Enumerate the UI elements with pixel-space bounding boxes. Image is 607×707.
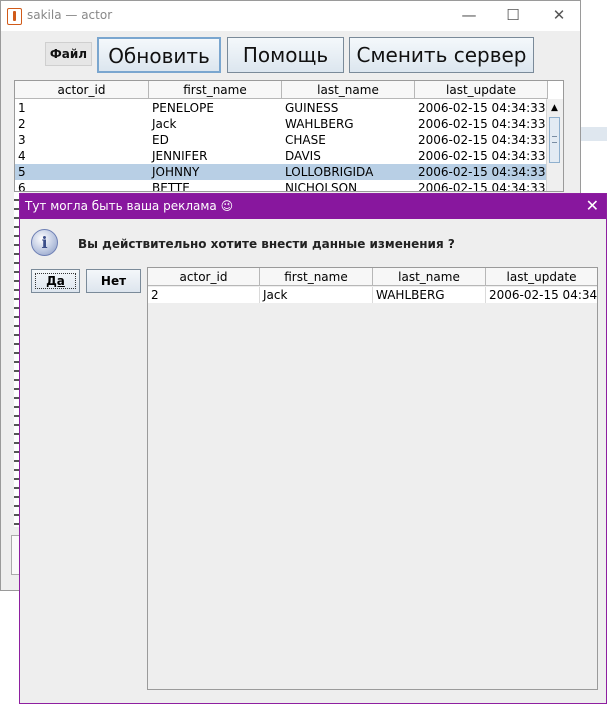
column-header-last-name[interactable]: last_name xyxy=(373,268,486,286)
column-header-last-update[interactable]: last_update xyxy=(415,81,548,99)
column-header-first-name[interactable]: first_name xyxy=(149,81,282,99)
change-server-button[interactable]: Сменить сервер xyxy=(349,37,534,73)
info-icon: i xyxy=(31,229,58,256)
file-menu-button[interactable]: Файл xyxy=(45,42,92,66)
column-header-last-name[interactable]: last_name xyxy=(282,81,415,99)
cell-first-name: Jack xyxy=(260,287,373,303)
cell-last-update: 2006-02-15 04:34:33.0 xyxy=(418,133,548,147)
title-bar: sakila — actor — ☐ ✕ xyxy=(1,1,580,31)
cell-last-name: WAHLBERG xyxy=(285,117,354,131)
cell-last-update: 2006-02-15 04:34:33.0 xyxy=(418,149,548,163)
cell-first-name: PENELOPE xyxy=(152,101,214,115)
cell-last-update: 2006-02-15 04:34:33.0 xyxy=(418,117,548,131)
confirm-dialog: Тут могла быть ваша реклама 😉 ✕ i Вы дей… xyxy=(19,193,607,704)
java-app-icon xyxy=(7,8,22,25)
dialog-title: Тут могла быть ваша реклама 😉 xyxy=(25,199,234,213)
cell-last-update: 2006-02-15 04:34:33.0 xyxy=(418,101,548,115)
actor-table[interactable]: actor_id first_name last_name last_updat… xyxy=(14,80,564,192)
no-button[interactable]: Нет xyxy=(86,269,141,293)
cell-last-name: NICHOLSON xyxy=(285,181,358,192)
scroll-up-arrow-icon[interactable]: ▲ xyxy=(551,103,558,113)
column-header-first-name[interactable]: first_name xyxy=(260,268,373,286)
column-header-last-update[interactable]: last_update xyxy=(486,268,597,286)
cell-actor-id: 6 xyxy=(18,181,26,192)
scroll-thumb[interactable] xyxy=(549,117,560,163)
cell-first-name: Jack xyxy=(152,117,177,131)
cell-last-name: CHASE xyxy=(285,133,326,147)
cell-last-name: LOLLOBRIGIDA xyxy=(282,164,415,180)
cell-actor-id: 2 xyxy=(148,287,260,303)
cell-actor-id: 1 xyxy=(18,101,26,115)
maximize-button[interactable]: ☐ xyxy=(501,4,525,26)
cell-last-update: 2006-02-15 04:34:33.0 xyxy=(418,181,548,192)
refresh-button[interactable]: Обновить xyxy=(97,37,221,73)
cell-first-name: JOHNNY xyxy=(149,164,282,180)
cell-last-name: GUINESS xyxy=(285,101,339,115)
cell-actor-id: 4 xyxy=(18,149,26,163)
window-title: sakila — actor xyxy=(27,8,113,22)
yes-button[interactable]: Да xyxy=(31,269,80,293)
dialog-title-bar: Тут могла быть ваша реклама 😉 ✕ xyxy=(20,194,606,219)
cell-actor-id: 3 xyxy=(18,133,26,147)
yes-button-label: Да xyxy=(46,274,65,288)
help-button[interactable]: Помощь xyxy=(227,37,344,73)
column-header-actor-id[interactable]: actor_id xyxy=(15,81,149,99)
cell-first-name: JENNIFER xyxy=(152,149,208,163)
column-header-actor-id[interactable]: actor_id xyxy=(148,268,260,286)
cell-last-update: 2006-02-15 04:34... xyxy=(486,287,597,303)
cell-last-update: 2006-02-15 04:34:33.0 xyxy=(415,164,548,180)
changes-table[interactable]: actor_id first_name last_name last_updat… xyxy=(147,267,598,690)
cell-actor-id: 5 xyxy=(15,164,149,180)
vertical-scrollbar[interactable]: ▲ xyxy=(546,99,563,191)
cell-first-name: ED xyxy=(152,133,169,147)
cell-first-name: BETTE xyxy=(152,181,190,192)
close-button[interactable]: ✕ xyxy=(547,4,571,26)
background-window-strip xyxy=(581,127,607,141)
cell-last-name: DAVIS xyxy=(285,149,321,163)
dialog-close-icon[interactable]: ✕ xyxy=(586,196,599,216)
cell-last-name: WAHLBERG xyxy=(373,287,486,303)
confirm-message: Вы действительно хотите внести данные из… xyxy=(78,237,455,251)
cell-actor-id: 2 xyxy=(18,117,26,131)
minimize-button[interactable]: — xyxy=(457,4,481,26)
